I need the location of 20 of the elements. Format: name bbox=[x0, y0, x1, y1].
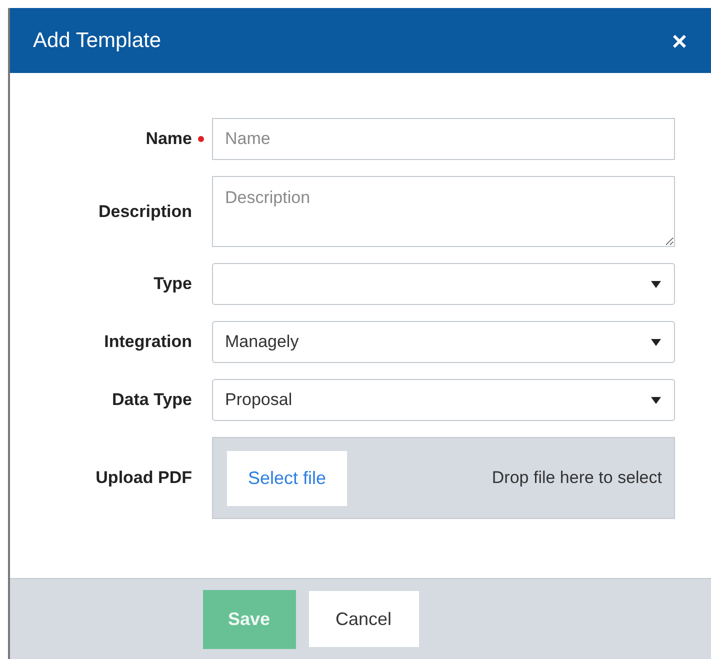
description-field[interactable]: Description bbox=[212, 176, 675, 247]
field-label: Data Type bbox=[112, 389, 192, 412]
field-label: Upload PDF bbox=[96, 467, 192, 490]
close-button[interactable]: × bbox=[672, 28, 687, 54]
upload-dropzone[interactable]: Select file Drop file here to select bbox=[212, 437, 675, 519]
select-field[interactable] bbox=[212, 263, 675, 305]
caret-icon bbox=[650, 280, 662, 288]
caret-icon bbox=[650, 396, 662, 404]
field-label: Description bbox=[98, 200, 192, 223]
drop-hint: Drop file here to select bbox=[492, 467, 662, 490]
dialog-title: Add Template bbox=[33, 28, 162, 54]
field-label: Type bbox=[154, 273, 192, 296]
cancel-button[interactable]: Cancel bbox=[308, 591, 418, 647]
field-label: Name bbox=[146, 128, 192, 150]
select-field[interactable]: Proposal bbox=[212, 379, 675, 421]
select-field[interactable]: Managely bbox=[212, 321, 675, 363]
name-field[interactable]: Name bbox=[212, 118, 675, 160]
select-file-button[interactable]: Select file bbox=[227, 450, 348, 506]
field-label: Integration bbox=[104, 331, 192, 354]
caret-icon bbox=[650, 338, 662, 346]
